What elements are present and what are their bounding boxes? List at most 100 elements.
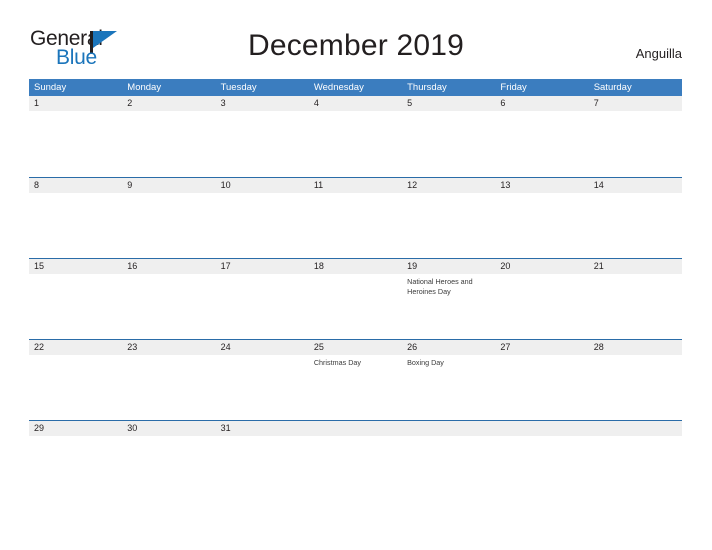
day-cell[interactable]: Christmas Day	[309, 355, 402, 368]
day-number[interactable]: 30	[122, 421, 215, 436]
day-number	[495, 421, 588, 436]
day-number[interactable]: 8	[29, 178, 122, 193]
day-body-row	[29, 111, 682, 114]
week-row: 1 2 3 4 5 6 7	[29, 96, 682, 177]
day-number[interactable]: 12	[402, 178, 495, 193]
day-cell[interactable]	[122, 274, 215, 297]
date-band: 22 23 24 25 26 27 28	[29, 340, 682, 355]
day-cell[interactable]	[29, 193, 122, 196]
day-cell[interactable]	[122, 355, 215, 368]
day-number[interactable]: 15	[29, 259, 122, 274]
day-cell[interactable]	[402, 111, 495, 114]
event-label: Boxing Day	[407, 358, 444, 367]
country-label: Anguilla	[635, 46, 682, 61]
day-cell[interactable]	[216, 355, 309, 368]
page-title: December 2019	[247, 29, 465, 62]
day-cell	[589, 436, 682, 439]
date-band: 1 2 3 4 5 6 7	[29, 96, 682, 111]
date-band: 15 16 17 18 19 20 21	[29, 259, 682, 274]
day-cell[interactable]	[122, 436, 215, 439]
day-number[interactable]: 19	[402, 259, 495, 274]
day-cell[interactable]	[309, 274, 402, 297]
day-number[interactable]: 28	[589, 340, 682, 355]
day-cell[interactable]	[402, 193, 495, 196]
day-number[interactable]: 26	[402, 340, 495, 355]
calendar-grid: Sunday Monday Tuesday Wednesday Thursday…	[29, 79, 682, 501]
day-number[interactable]: 23	[122, 340, 215, 355]
weekday-header-monday: Monday	[127, 82, 162, 93]
day-number[interactable]: 9	[122, 178, 215, 193]
day-cell[interactable]	[216, 111, 309, 114]
day-cell[interactable]	[29, 436, 122, 439]
day-cell[interactable]	[29, 355, 122, 368]
day-body-row: National Heroes and Heroines Day	[29, 274, 682, 297]
day-number[interactable]: 22	[29, 340, 122, 355]
day-cell	[402, 436, 495, 439]
day-number[interactable]: 14	[589, 178, 682, 193]
day-number[interactable]: 4	[309, 96, 402, 111]
day-number	[402, 421, 495, 436]
day-cell[interactable]	[589, 355, 682, 368]
day-number[interactable]: 24	[216, 340, 309, 355]
weekday-header-friday: Friday	[500, 82, 527, 93]
day-cell[interactable]	[495, 355, 588, 368]
weekday-header-thursday: Thursday	[407, 82, 447, 93]
week-row: 8 9 10 11 12 13 14	[29, 177, 682, 258]
day-cell[interactable]	[216, 193, 309, 196]
day-cell[interactable]	[495, 274, 588, 297]
day-number[interactable]: 16	[122, 259, 215, 274]
day-number[interactable]: 27	[495, 340, 588, 355]
day-cell[interactable]: National Heroes and Heroines Day	[402, 274, 495, 297]
day-cell[interactable]	[29, 111, 122, 114]
day-cell	[495, 436, 588, 439]
day-number[interactable]: 3	[216, 96, 309, 111]
day-cell[interactable]	[216, 436, 309, 439]
day-number[interactable]: 13	[495, 178, 588, 193]
day-cell[interactable]	[216, 274, 309, 297]
week-row: 15 16 17 18 19 20 21 National Heroes and…	[29, 258, 682, 339]
page-header: General Blue December 2019 Anguilla	[0, 0, 712, 78]
day-cell[interactable]	[589, 274, 682, 297]
day-number[interactable]: 21	[589, 259, 682, 274]
day-number[interactable]: 25	[309, 340, 402, 355]
date-band: 8 9 10 11 12 13 14	[29, 178, 682, 193]
week-row: 22 23 24 25 26 27 28 Christmas Day Boxin…	[29, 339, 682, 420]
day-number[interactable]: 2	[122, 96, 215, 111]
day-number[interactable]: 31	[216, 421, 309, 436]
date-band: 29 30 31	[29, 421, 682, 436]
day-number[interactable]: 7	[589, 96, 682, 111]
day-number[interactable]: 6	[495, 96, 588, 111]
day-number[interactable]: 29	[29, 421, 122, 436]
day-body-row	[29, 193, 682, 196]
week-row: 29 30 31	[29, 420, 682, 501]
day-cell[interactable]	[589, 111, 682, 114]
day-number[interactable]: 5	[402, 96, 495, 111]
weekday-header-sunday: Sunday	[34, 82, 67, 93]
day-cell[interactable]: Boxing Day	[402, 355, 495, 368]
weekday-header-saturday: Saturday	[593, 82, 632, 93]
event-label: National Heroes and Heroines Day	[407, 277, 473, 296]
day-number	[309, 421, 402, 436]
day-number[interactable]: 17	[216, 259, 309, 274]
event-label: Christmas Day	[313, 358, 361, 367]
day-cell[interactable]	[29, 274, 122, 297]
day-cell[interactable]	[495, 111, 588, 114]
weekday-header-tuesday: Tuesday	[220, 82, 257, 93]
day-number	[589, 421, 682, 436]
day-cell[interactable]	[309, 111, 402, 114]
day-body-row: Christmas Day Boxing Day	[29, 355, 682, 368]
day-cell[interactable]	[309, 193, 402, 196]
day-number[interactable]: 11	[309, 178, 402, 193]
weekday-header-wednesday: Wednesday	[313, 82, 364, 93]
weekday-header-row: Sunday Monday Tuesday Wednesday Thursday…	[29, 79, 682, 96]
day-number[interactable]: 18	[309, 259, 402, 274]
day-cell[interactable]	[589, 193, 682, 196]
day-cell[interactable]	[122, 111, 215, 114]
day-body-row	[29, 436, 682, 439]
day-cell[interactable]	[122, 193, 215, 196]
day-number[interactable]: 10	[216, 178, 309, 193]
day-number[interactable]: 1	[29, 96, 122, 111]
day-number[interactable]: 20	[495, 259, 588, 274]
day-cell[interactable]	[495, 193, 588, 196]
day-cell	[309, 436, 402, 439]
